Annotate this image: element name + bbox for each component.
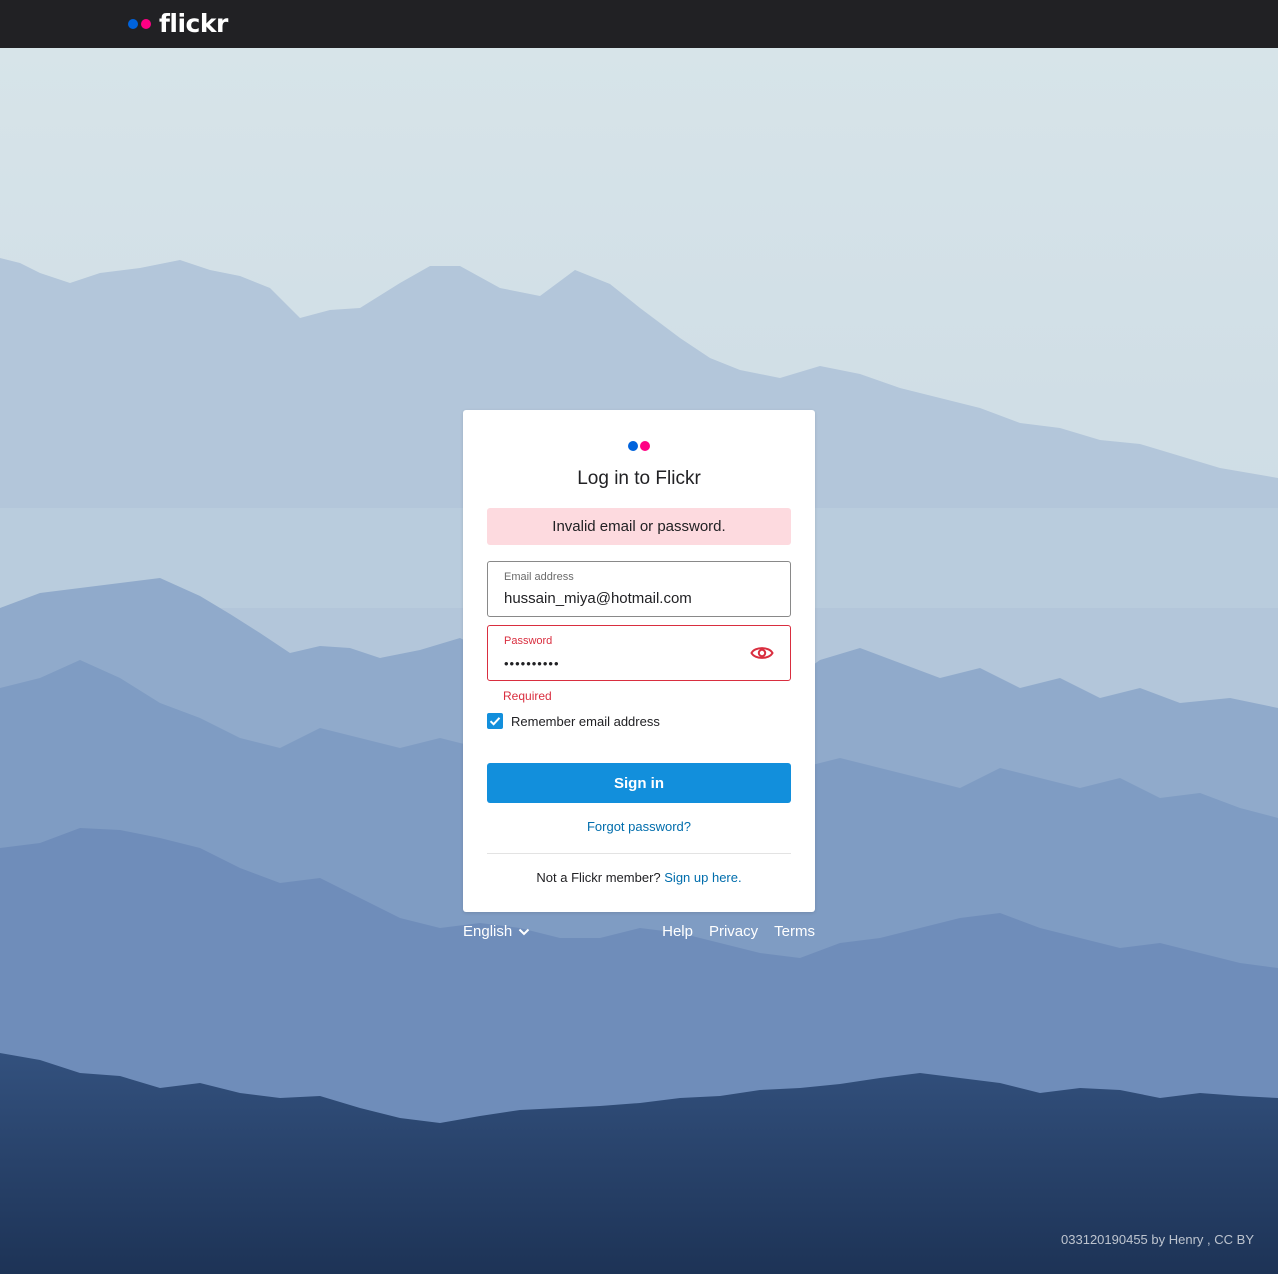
- login-card: Log in to Flickr Invalid email or passwo…: [463, 410, 815, 912]
- language-selector[interactable]: English: [463, 922, 530, 942]
- email-input[interactable]: [504, 590, 744, 607]
- help-link[interactable]: Help: [662, 922, 693, 942]
- top-bar: flickr: [0, 0, 1278, 48]
- pink-dot-icon: [141, 19, 151, 29]
- email-label: Email address: [504, 571, 574, 583]
- checkbox-checked-icon[interactable]: [487, 713, 503, 729]
- flickr-logo[interactable]: flickr: [128, 10, 228, 38]
- card-footer: English Help Privacy Terms: [463, 922, 815, 944]
- photo-credit[interactable]: 033120190455 by Henry , CC BY: [1061, 1232, 1254, 1247]
- page-title: Log in to Flickr: [577, 468, 701, 489]
- signup-prompt: Not a Flickr member?: [536, 870, 661, 885]
- remember-label: Remember email address: [511, 713, 660, 729]
- pink-dot-icon: [640, 441, 650, 451]
- signup-row: Not a Flickr member? Sign up here.: [463, 870, 815, 885]
- blue-dot-icon: [128, 19, 138, 29]
- email-field[interactable]: Email address: [487, 561, 791, 617]
- language-label: English: [463, 923, 513, 940]
- logo-wordmark: flickr: [159, 9, 228, 38]
- password-label: Password: [504, 635, 553, 647]
- login-page: flickr Log in to Flickr Invalid email or…: [0, 0, 1278, 1274]
- error-banner: Invalid email or password.: [487, 508, 791, 545]
- chevron-down-icon: [518, 928, 530, 936]
- privacy-link[interactable]: Privacy: [709, 922, 758, 942]
- password-input[interactable]: ••••••••••: [504, 656, 744, 671]
- password-field[interactable]: Password ••••••••••: [487, 625, 791, 681]
- password-error: Required: [503, 689, 552, 703]
- sign-in-button[interactable]: Sign in: [487, 763, 791, 803]
- flickr-mark-icon: [628, 441, 650, 451]
- terms-link[interactable]: Terms: [774, 922, 815, 942]
- sign-up-link[interactable]: Sign up here.: [664, 870, 741, 885]
- eye-icon[interactable]: [750, 643, 774, 663]
- remember-checkbox[interactable]: Remember email address: [487, 713, 660, 729]
- blue-dot-icon: [628, 441, 638, 451]
- footer-links: Help Privacy Terms: [646, 922, 815, 942]
- divider: [487, 853, 791, 854]
- forgot-password-link[interactable]: Forgot password?: [463, 819, 815, 834]
